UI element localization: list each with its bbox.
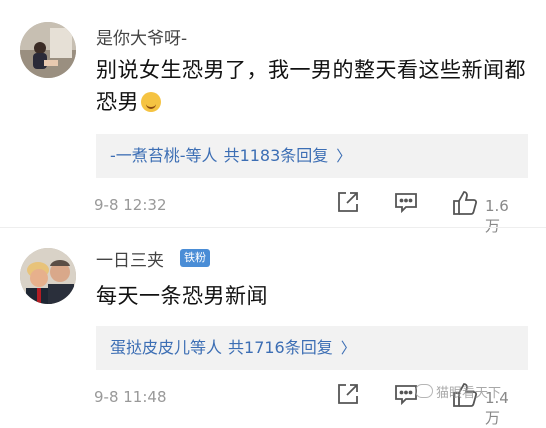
username[interactable]: 是你大爷呀- bbox=[96, 24, 187, 49]
thumbs-up-icon[interactable] bbox=[451, 189, 479, 219]
timestamp: 9-8 11:48 bbox=[94, 388, 167, 406]
comment-item: 是你大爷呀- 别说女生恐男了，我一男的整天看这些新闻都恐男 -一煮苔桃-等人 共1… bbox=[0, 0, 546, 235]
watermark-text: 猫眼看天下 bbox=[436, 386, 502, 401]
reply-summary-button[interactable]: -一煮苔桃-等人 共1183条回复〉 bbox=[96, 134, 528, 178]
comment-text-content: 别说女生恐男了，我一男的整天看这些新闻都恐男 bbox=[96, 58, 526, 114]
reply-by-users: 蛋挞皮皮儿等人 bbox=[110, 338, 223, 357]
reply-count: 共1183条回复 bbox=[223, 146, 329, 165]
reply-count: 共1716条回复 bbox=[228, 338, 333, 357]
reply-summary-button[interactable]: 蛋挞皮皮儿等人 共1716条回复〉 bbox=[96, 326, 528, 370]
comment-text: 每天一条恐男新闻 bbox=[96, 284, 268, 308]
chevron-right-icon: 〉 bbox=[340, 339, 356, 357]
share-icon[interactable] bbox=[335, 189, 361, 219]
avatar[interactable] bbox=[20, 248, 76, 304]
laughing-crying-emoji-icon bbox=[141, 92, 161, 112]
timestamp: 9-8 12:32 bbox=[94, 196, 167, 214]
comment-text: 别说女生恐男了，我一男的整天看这些新闻都恐男 bbox=[96, 54, 526, 118]
watermark: 猫眼看天下 bbox=[415, 382, 501, 401]
wechat-icon bbox=[415, 384, 433, 398]
fan-badge: 铁粉 bbox=[180, 249, 210, 267]
username[interactable]: 一日三夹 bbox=[96, 246, 164, 271]
share-icon[interactable] bbox=[335, 381, 361, 411]
reply-by-users: -一煮苔桃-等人 bbox=[110, 146, 218, 165]
avatar[interactable] bbox=[20, 22, 76, 78]
comment-icon[interactable] bbox=[393, 189, 419, 219]
chevron-right-icon: 〉 bbox=[336, 147, 352, 165]
